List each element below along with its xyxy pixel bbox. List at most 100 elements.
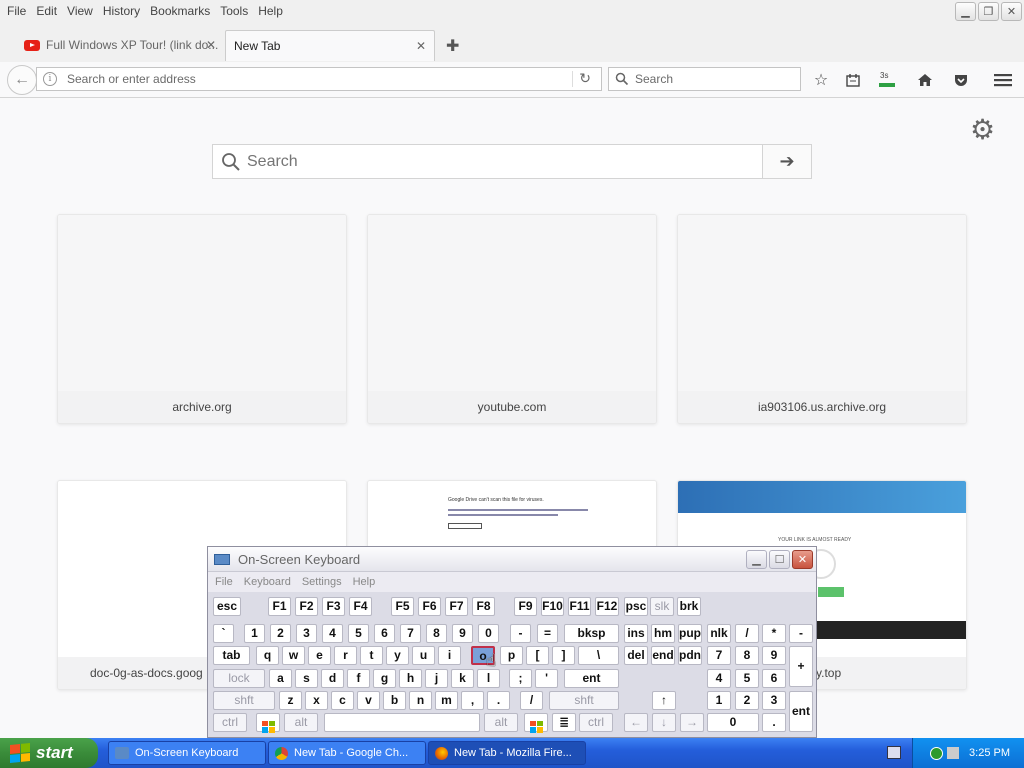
taskbar-item-osk[interactable]: On-Screen Keyboard (108, 741, 266, 765)
key-a-12[interactable]: ent (564, 669, 619, 688)
key-z-8[interactable]: , (461, 691, 484, 710)
key-num-11[interactable]: - (510, 624, 531, 643)
keyboard-tray-icon[interactable] (887, 746, 901, 759)
search-bar[interactable]: Search (608, 67, 801, 91)
key-fn-7[interactable]: F7 (445, 597, 468, 616)
key-z-10[interactable]: / (520, 691, 543, 710)
key-q-14[interactable]: del (624, 646, 648, 665)
key-num-15[interactable]: hm (651, 624, 675, 643)
key-q-17[interactable]: 7 (707, 646, 731, 665)
bookmark-star-icon[interactable]: ☆ (810, 69, 832, 91)
osk-menu-file[interactable]: File (215, 576, 233, 588)
key-a-8[interactable]: k (451, 669, 474, 688)
key-sp-6[interactable]: → (680, 713, 704, 732)
key-fn-4[interactable]: F4 (349, 597, 372, 616)
key-num-19[interactable]: * (762, 624, 786, 643)
key-q-18[interactable]: 8 (735, 646, 759, 665)
key-num-8[interactable]: 8 (426, 624, 447, 643)
key-num-1[interactable]: 1 (244, 624, 265, 643)
key-fn-3[interactable]: F3 (322, 597, 345, 616)
key-fn-11[interactable]: F11 (568, 597, 591, 616)
key-a-10[interactable]: ; (509, 669, 532, 688)
key-fn-15[interactable]: brk (677, 597, 701, 616)
key-q-2[interactable]: w (282, 646, 305, 665)
key-z-11[interactable]: shft (549, 691, 619, 710)
key-num-0[interactable]: ` (213, 624, 234, 643)
key-a-14[interactable]: 5 (735, 669, 759, 688)
key-fn-9[interactable]: F9 (514, 597, 537, 616)
key-sp-3[interactable]: ctrl (579, 713, 613, 732)
back-arrow-icon[interactable]: ← (7, 65, 37, 95)
key-z-16[interactable]: ent (789, 691, 813, 732)
key-q-12[interactable]: ] (552, 646, 575, 665)
key-num-3[interactable]: 3 (296, 624, 317, 643)
key-fn-2[interactable]: F2 (295, 597, 318, 616)
top-site-tile[interactable]: ia903106.us.archive.org (677, 214, 967, 424)
key-sp-5[interactable]: ↓ (652, 713, 676, 732)
key-a-5[interactable]: g (373, 669, 396, 688)
key-q-20[interactable]: + (789, 646, 813, 687)
start-button[interactable]: start (0, 738, 98, 768)
osk-menu-help[interactable]: Help (353, 576, 376, 588)
key-fn-5[interactable]: F5 (391, 597, 414, 616)
key-q-4[interactable]: r (334, 646, 357, 665)
key-num-7[interactable]: 7 (400, 624, 421, 643)
key-menu[interactable]: ≣ (552, 713, 576, 732)
key-a-11[interactable]: ' (535, 669, 558, 688)
osk-close-button[interactable]: ✕ (792, 550, 813, 569)
key-z-2[interactable]: x (305, 691, 328, 710)
key-num-18[interactable]: / (735, 624, 759, 643)
search-go-arrow-icon[interactable]: ➔ (762, 145, 811, 178)
key-z-14[interactable]: 2 (735, 691, 759, 710)
key-windows-left[interactable] (256, 713, 280, 733)
key-z-12[interactable]: ↑ (652, 691, 676, 710)
key-a-0[interactable]: lock (213, 669, 265, 688)
downloads-icon[interactable]: 3s (876, 69, 898, 91)
osk-title-bar[interactable]: On-Screen Keyboard ▁ ☐ ✕ (208, 547, 816, 572)
key-num-20[interactable]: - (789, 624, 813, 643)
clock[interactable]: 3:25 PM (969, 747, 1010, 759)
osk-menu-keyboard[interactable]: Keyboard (244, 576, 291, 588)
key-num-6[interactable]: 6 (374, 624, 395, 643)
key-q-16[interactable]: pdn (678, 646, 702, 665)
key-q-0[interactable]: tab (213, 646, 250, 665)
key-sp-1[interactable]: alt (284, 713, 318, 732)
key-q-7[interactable]: u (412, 646, 435, 665)
menu-edit[interactable]: Edit (36, 4, 57, 18)
key-sp-0[interactable]: ctrl (213, 713, 247, 732)
key-z-5[interactable]: b (383, 691, 406, 710)
key-num-5[interactable]: 5 (348, 624, 369, 643)
key-fn-13[interactable]: psc (624, 597, 648, 616)
key-q-11[interactable]: [ (526, 646, 549, 665)
key-fn-6[interactable]: F6 (418, 597, 441, 616)
key-fn-14[interactable]: slk (650, 597, 674, 616)
osk-minimize-button[interactable]: ▁ (746, 550, 767, 569)
key-q-10[interactable]: p (500, 646, 523, 665)
key-sp-7[interactable]: 0 (707, 713, 759, 732)
hamburger-menu-icon[interactable] (992, 69, 1014, 91)
key-windows-right[interactable] (524, 713, 548, 733)
key-a-3[interactable]: d (321, 669, 344, 688)
new-tab-plus-icon[interactable]: ✚ (446, 36, 459, 56)
key-num-17[interactable]: nlk (707, 624, 731, 643)
key-z-3[interactable]: c (331, 691, 354, 710)
top-site-tile[interactable]: youtube.com (367, 214, 657, 424)
key-a-6[interactable]: h (399, 669, 422, 688)
key-fn-0[interactable]: esc (213, 597, 241, 616)
key-num-16[interactable]: pup (678, 624, 702, 643)
key-fn-12[interactable]: F12 (595, 597, 619, 616)
menu-history[interactable]: History (103, 4, 140, 18)
top-site-tile[interactable]: archive.org (57, 214, 347, 424)
key-q-5[interactable]: t (360, 646, 383, 665)
key-fn-1[interactable]: F1 (268, 597, 291, 616)
close-window-button[interactable]: ✕ (1001, 2, 1022, 21)
key-z-15[interactable]: 3 (762, 691, 786, 710)
key-fn-8[interactable]: F8 (472, 597, 495, 616)
gear-icon[interactable]: ⚙ (970, 113, 995, 146)
key-z-7[interactable]: m (435, 691, 458, 710)
newtab-search-box[interactable]: Search ➔ (212, 144, 812, 179)
bookmarks-menu-icon[interactable] (842, 69, 864, 91)
key-q-6[interactable]: y (386, 646, 409, 665)
home-icon[interactable] (914, 69, 936, 91)
pocket-icon[interactable] (950, 69, 972, 91)
